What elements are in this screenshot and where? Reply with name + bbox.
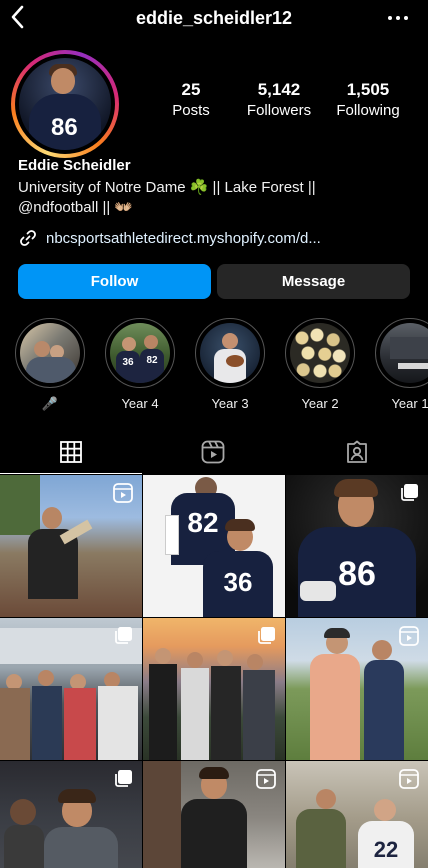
- avatar-jersey-number: 86: [51, 114, 78, 141]
- profile-name: Eddie Scheidler: [18, 157, 131, 174]
- grid-post[interactable]: 86: [286, 475, 428, 617]
- carousel-icon: [258, 627, 275, 644]
- stat-following[interactable]: 1,505 Following: [328, 80, 408, 119]
- stat-posts[interactable]: 25 Posts: [163, 80, 219, 119]
- highlight-mic[interactable]: 🎤: [13, 318, 87, 412]
- carousel-icon: [115, 627, 132, 644]
- stat-followers[interactable]: 5,142 Followers: [242, 80, 316, 119]
- tab-reels[interactable]: [142, 430, 284, 474]
- posts-count: 25: [181, 80, 201, 99]
- profile-header: eddie_scheidler12: [0, 0, 428, 38]
- posts-label: Posts: [172, 102, 210, 119]
- highlight-label: Year 3: [211, 396, 249, 411]
- highlight-label: Year 4: [121, 396, 159, 411]
- highlight-label: Year 1: [391, 396, 428, 411]
- tagged-person-icon: [347, 440, 367, 463]
- highlight-year-1[interactable]: Year 1: [373, 318, 428, 411]
- following-label: Following: [336, 102, 400, 119]
- reel-icon: [256, 769, 276, 789]
- reel-icon: [399, 626, 419, 646]
- follow-button[interactable]: Follow: [18, 264, 211, 299]
- grid-post[interactable]: [286, 618, 428, 760]
- grid-post[interactable]: 22: [286, 761, 428, 868]
- highlight-year-4[interactable]: 36 82 Year 4: [103, 318, 177, 411]
- followers-count: 5,142: [257, 80, 301, 99]
- highlight-label: Year 2: [301, 396, 339, 411]
- grid-icon: [60, 440, 82, 463]
- profile-tabs: [0, 430, 428, 474]
- grid-post[interactable]: 82 36: [143, 475, 285, 617]
- highlight-year-2[interactable]: Year 2: [283, 318, 357, 411]
- followers-label: Followers: [246, 102, 312, 119]
- posts-grid: 82 36 86 22: [0, 475, 428, 868]
- carousel-icon: [115, 770, 132, 787]
- grid-post[interactable]: [0, 618, 142, 760]
- avatar[interactable]: 86: [11, 50, 119, 158]
- highlight-year-3[interactable]: Year 3: [193, 318, 267, 411]
- bio-line-1: University of Notre Dame ☘️ || Lake Fore…: [18, 179, 316, 196]
- grid-post[interactable]: [0, 475, 142, 617]
- profile-link-text[interactable]: nbcsportsathletedirect.myshopify.com/d..…: [46, 230, 321, 247]
- bio-line-2[interactable]: @ndfootball || 👐🏼: [18, 198, 133, 216]
- following-count: 1,505: [346, 80, 390, 99]
- tab-tagged[interactable]: [286, 430, 428, 474]
- profile-link[interactable]: nbcsportsathletedirect.myshopify.com/d..…: [18, 228, 321, 248]
- profile-username: eddie_scheidler12: [135, 8, 293, 28]
- more-horizontal-icon[interactable]: [388, 16, 408, 20]
- highlight-label: 🎤: [41, 396, 59, 411]
- grid-post[interactable]: [143, 618, 285, 760]
- link-icon: [20, 230, 36, 246]
- reel-icon: [113, 483, 133, 503]
- carousel-icon: [401, 484, 418, 501]
- grid-post[interactable]: [143, 761, 285, 868]
- reel-icon: [399, 769, 419, 789]
- message-button[interactable]: Message: [217, 264, 410, 299]
- avatar-image: 86: [19, 58, 111, 150]
- grid-post[interactable]: [0, 761, 142, 868]
- tab-posts-grid[interactable]: [0, 430, 142, 474]
- reels-icon: [201, 440, 225, 464]
